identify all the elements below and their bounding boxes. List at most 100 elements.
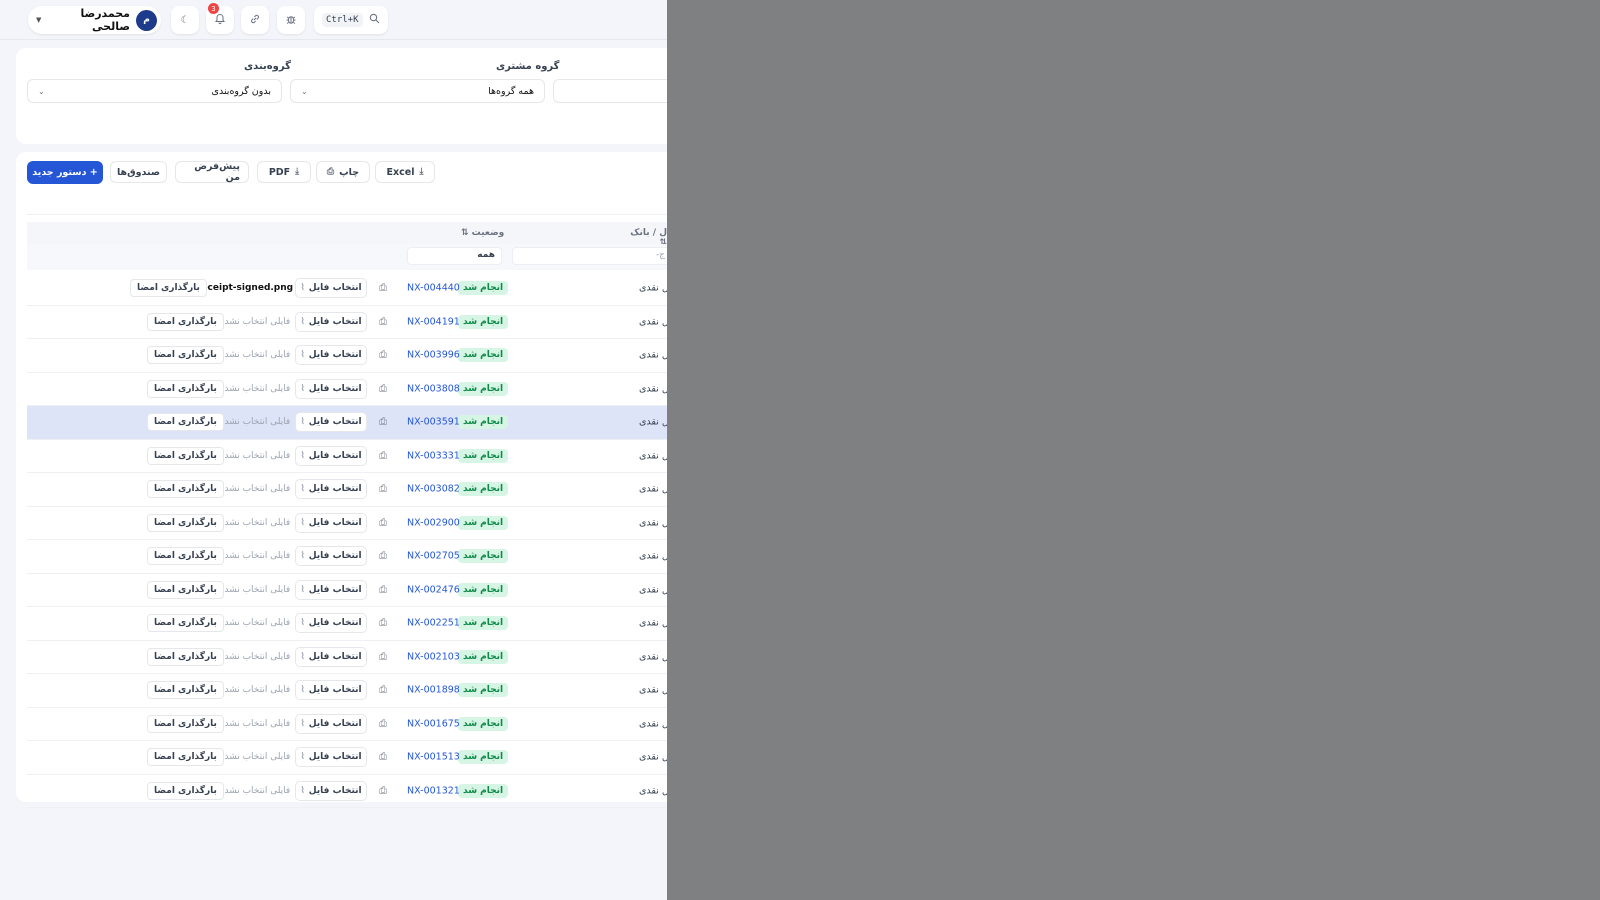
new-order-button[interactable]: + دستور جدید <box>27 161 103 184</box>
print-row-icon[interactable]: ⎙ <box>379 316 387 327</box>
print-row-icon[interactable]: ⎙ <box>379 383 387 394</box>
print-row-icon[interactable]: ⎙ <box>379 618 387 629</box>
order-code-link[interactable]: NX-003591 <box>407 417 460 428</box>
choose-file-button[interactable]: انتخاب فایل ⌇ <box>295 479 367 500</box>
upload-signature-button[interactable]: بارگذاری امضا <box>147 413 224 432</box>
print-row-icon[interactable]: ⎙ <box>379 350 387 361</box>
upload-signature-button[interactable]: بارگذاری امضا <box>147 480 224 499</box>
upload-signature-button[interactable]: بارگذاری امضا <box>147 547 224 566</box>
choose-file-button[interactable]: انتخاب فایل ⌇ <box>295 546 367 567</box>
table-row[interactable]: ل نقدی انجام شد NX-003331 ⎙ انتخاب فایل ⌇ فایل… <box>27 440 667 473</box>
table-row[interactable]: ل نقدی انجام شد NX-003808 ⎙ انتخاب فایل ⌇ فایل… <box>27 373 667 406</box>
modal-backdrop[interactable] <box>667 0 1600 900</box>
table-row[interactable]: ل نقدی انجام شد NX-003591 ⎙ انتخاب فایل ⌇ فایل… <box>27 406 667 440</box>
table-row[interactable]: ل نقدی انجام شد NX-004191 ⎙ انتخاب فایل ⌇ فایل… <box>27 306 667 339</box>
upload-signature-button[interactable]: بارگذاری امضا <box>130 279 207 298</box>
print-row-icon[interactable]: ⎙ <box>379 417 387 428</box>
table-row[interactable]: ل نقدی انجام شد NX-002900 ⎙ انتخاب فایل ⌇ فایل… <box>27 507 667 540</box>
order-code-link[interactable]: NX-004191 <box>407 316 460 327</box>
upload-signature-button[interactable]: بارگذاری امضا <box>147 714 224 733</box>
upload-signature-button[interactable]: بارگذاری امضا <box>147 681 224 700</box>
print-row-icon[interactable]: ⎙ <box>379 685 387 696</box>
upload-signature-button[interactable]: بارگذاری امضا <box>147 614 224 633</box>
order-code-link[interactable]: NX-003082 <box>407 484 460 495</box>
print-row-icon[interactable]: ⎙ <box>379 584 387 595</box>
print-row-icon[interactable]: ⎙ <box>379 718 387 729</box>
choose-file-button[interactable]: انتخاب فایل ⌇ <box>295 378 367 399</box>
order-code-link[interactable]: NX-003331 <box>407 450 460 461</box>
table-row[interactable]: ل نقدی انجام شد NX-001898 ⎙ انتخاب فایل ⌇ فایل… <box>27 674 667 708</box>
order-code-link[interactable]: NX-001513 <box>407 752 460 763</box>
print-row-icon[interactable]: ⎙ <box>379 283 387 294</box>
customer-group-select[interactable]: همه گروه‌ها ⌄ <box>290 79 545 103</box>
order-code-link[interactable]: NX-003996 <box>407 350 460 361</box>
table-row[interactable]: ل نقدی انجام شد NX-002103 ⎙ انتخاب فایل ⌇ فایل… <box>27 641 667 674</box>
print-row-icon[interactable]: ⎙ <box>379 785 387 796</box>
table-row[interactable]: ل نقدی انجام شد NX-001321 ⎙ انتخاب فایل ⌇ فایل… <box>27 775 667 808</box>
debug-button[interactable] <box>277 6 305 34</box>
print-row-icon[interactable]: ⎙ <box>379 450 387 461</box>
upload-signature-button[interactable]: بارگذاری امضا <box>147 346 224 365</box>
print-button[interactable]: چاپ ⎙ <box>316 161 370 183</box>
choose-file-button[interactable]: انتخاب فایل ⌇ <box>295 579 367 600</box>
my-default-button[interactable]: پیش‌فرض من <box>175 161 249 183</box>
order-code-link[interactable]: NX-002900 <box>407 517 460 528</box>
print-row-icon[interactable]: ⎙ <box>379 484 387 495</box>
choose-file-button[interactable]: انتخاب فایل ⌇ <box>295 713 367 734</box>
column-status-header[interactable]: وضعیت ⇅ <box>461 228 504 238</box>
table-row[interactable]: ل نقدی انجام شد NX-001675 ⎙ انتخاب فایل ⌇ فایل… <box>27 708 667 741</box>
payment-type-cell: ل نقدی <box>639 483 667 495</box>
order-code-link[interactable]: NX-002251 <box>407 618 460 629</box>
choose-file-button[interactable]: انتخاب فایل ⌇ <box>295 646 367 667</box>
order-code-link[interactable]: NX-002476 <box>407 584 460 595</box>
order-code-link[interactable]: NX-003808 <box>407 383 460 394</box>
order-code-link[interactable]: NX-002705 <box>407 551 460 562</box>
print-row-icon[interactable]: ⎙ <box>379 551 387 562</box>
export-excel-button[interactable]: Excel ⤓ <box>375 161 435 183</box>
extra-filter-select[interactable] <box>553 79 667 103</box>
choose-file-button[interactable]: انتخاب فایل ⌇ <box>295 780 367 801</box>
choose-file-button[interactable]: انتخاب فایل ⌇ <box>295 512 367 533</box>
print-row-icon[interactable]: ⎙ <box>379 651 387 662</box>
choose-file-button[interactable]: انتخاب فایل ⌇ <box>295 311 367 332</box>
link-button[interactable] <box>241 6 269 34</box>
table-row[interactable]: ل نقدی انجام شد NX-002705 ⎙ انتخاب فایل ⌇ فایل… <box>27 540 667 574</box>
order-code-link[interactable]: NX-001321 <box>407 785 460 796</box>
choose-file-button[interactable]: انتخاب فایل ⌇ <box>295 747 367 768</box>
upload-signature-button[interactable]: بارگذاری امضا <box>147 748 224 767</box>
notifications-button[interactable]: 3 <box>206 3 234 34</box>
account-filter-input[interactable]: ج- <box>512 247 667 265</box>
choose-file-button[interactable]: انتخاب فایل ⌇ <box>295 345 367 366</box>
upload-signature-button[interactable]: بارگذاری امضا <box>147 781 224 800</box>
upload-signature-button[interactable]: بارگذاری امضا <box>147 312 224 331</box>
upload-signature-button[interactable]: بارگذاری امضا <box>147 513 224 532</box>
choose-file-button[interactable]: انتخاب فایل ⌇ <box>295 613 367 634</box>
theme-toggle-button[interactable]: ☾ <box>171 6 199 34</box>
order-code-link[interactable]: NX-002103 <box>407 651 460 662</box>
table-row[interactable]: ل نقدی انجام شد NX-002476 ⎙ انتخاب فایل ⌇ فایل… <box>27 574 667 607</box>
table-row[interactable]: ل نقدی انجام شد NX-003082 ⎙ انتخاب فایل ⌇ فایل… <box>27 473 667 507</box>
print-row-icon[interactable]: ⎙ <box>379 752 387 763</box>
order-code-link[interactable]: NX-001898 <box>407 685 460 696</box>
print-row-icon[interactable]: ⎙ <box>379 517 387 528</box>
choose-file-button[interactable]: انتخاب فایل ⌇ <box>295 278 367 299</box>
table-row[interactable]: ل نقدی انجام شد NX-002251 ⎙ انتخاب فایل ⌇ فایل… <box>27 607 667 641</box>
upload-signature-button[interactable]: بارگذاری امضا <box>147 446 224 465</box>
grouping-select[interactable]: بدون گروه‌بندی ⌄ <box>27 79 282 103</box>
order-code-link[interactable]: NX-001675 <box>407 718 460 729</box>
upload-signature-button[interactable]: بارگذاری امضا <box>147 580 224 599</box>
table-row[interactable]: ل نقدی انجام شد NX-004440 ⎙ انتخاب فایل ⌇ rece… <box>27 272 667 306</box>
order-code-link[interactable]: NX-004440 <box>407 283 460 294</box>
export-pdf-button[interactable]: PDF ⤓ <box>257 161 311 183</box>
command-search-button[interactable]: Ctrl+K <box>314 6 388 34</box>
status-filter-input[interactable]: همه <box>407 247 502 265</box>
user-menu[interactable]: ▼ محمدرضا صالحی م <box>28 6 161 34</box>
boxes-button[interactable]: صندوق‌ها <box>110 161 167 183</box>
upload-signature-button[interactable]: بارگذاری امضا <box>147 379 224 398</box>
choose-file-button[interactable]: انتخاب فایل ⌇ <box>295 680 367 701</box>
table-row[interactable]: ل نقدی انجام شد NX-003996 ⎙ انتخاب فایل ⌇ فایل… <box>27 339 667 373</box>
choose-file-button[interactable]: انتخاب فایل ⌇ <box>295 445 367 466</box>
upload-signature-button[interactable]: بارگذاری امضا <box>147 647 224 666</box>
choose-file-button[interactable]: انتخاب فایل ⌇ <box>295 412 367 433</box>
table-row[interactable]: ل نقدی انجام شد NX-001513 ⎙ انتخاب فایل ⌇ فایل… <box>27 741 667 775</box>
